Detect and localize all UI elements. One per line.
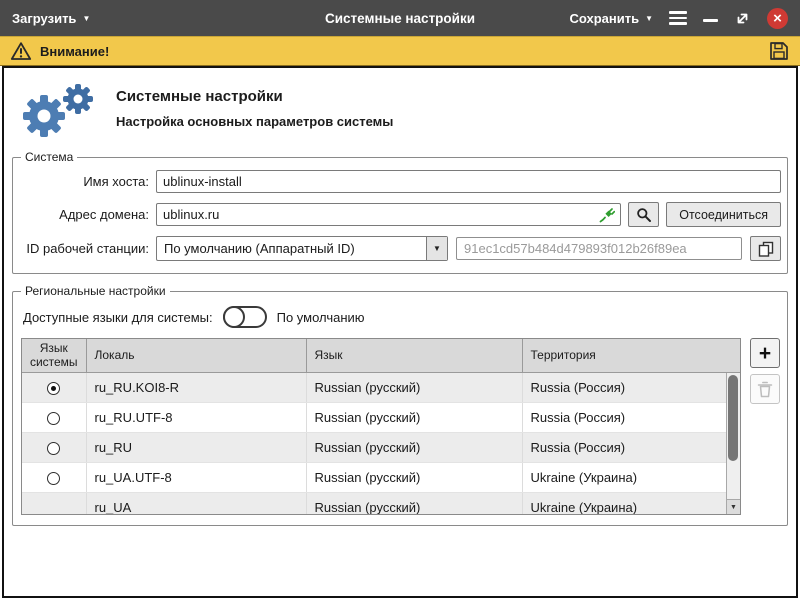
system-section: Система Имя хоста: Адрес домена: xyxy=(12,150,788,274)
load-menu-button[interactable]: Загрузить ▼ xyxy=(12,11,90,26)
warning-text: Внимание! xyxy=(40,44,109,59)
table-row[interactable]: ru_RU.KOI8-RRussian (русский)Russia (Рос… xyxy=(22,372,741,402)
table-row[interactable]: ru_UARussian (русский)Ukraine (Украина) xyxy=(22,492,741,515)
floppy-save-icon xyxy=(768,40,790,62)
main-panel: Системные настройки Настройка основных п… xyxy=(2,66,798,598)
hostname-label: Имя хоста: xyxy=(21,174,149,189)
minimize-button[interactable] xyxy=(703,19,718,22)
territory-cell: Ukraine (Украина) xyxy=(522,492,741,515)
arrow-down-icon: ▼ xyxy=(730,504,737,511)
column-header-system-language: Язык системы xyxy=(22,339,86,372)
system-language-cell xyxy=(22,372,86,402)
hostname-row: Имя хоста: xyxy=(21,170,781,193)
language-cell: Russian (русский) xyxy=(306,492,522,515)
locale-cell: ru_RU.UTF-8 xyxy=(86,402,306,432)
disconnect-button[interactable]: Отсоединиться xyxy=(666,202,781,227)
scrollbar-thumb[interactable] xyxy=(728,375,738,461)
system-language-cell xyxy=(22,492,86,515)
expand-icon xyxy=(734,10,751,27)
system-language-cell xyxy=(22,432,86,462)
table-row[interactable]: ru_RU.UTF-8Russian (русский)Russia (Росс… xyxy=(22,402,741,432)
domain-search-button[interactable] xyxy=(628,202,659,227)
language-cell: Russian (русский) xyxy=(306,432,522,462)
close-button[interactable]: × xyxy=(767,8,788,29)
page-subtitle: Настройка основных параметров системы xyxy=(116,114,393,129)
copy-icon xyxy=(758,241,774,257)
workstation-id-label: ID рабочей станции: xyxy=(21,241,149,256)
language-cell: Russian (русский) xyxy=(306,402,522,432)
chevron-down-icon: ▼ xyxy=(426,237,447,260)
system-language-radio[interactable] xyxy=(47,412,60,425)
page-header: Системные настройки Настройка основных п… xyxy=(4,68,796,146)
chevron-down-icon: ▼ xyxy=(82,15,90,23)
page-title: Системные настройки xyxy=(116,88,393,105)
system-language-radio[interactable] xyxy=(47,472,60,485)
workstation-id-select-value: По умолчанию (Аппаратный ID) xyxy=(157,237,426,260)
gears-icon xyxy=(14,80,102,142)
languages-toggle[interactable] xyxy=(223,306,267,328)
system-section-legend: Система xyxy=(21,150,77,164)
available-languages-label: Доступные языки для системы: xyxy=(23,310,213,325)
load-menu-label: Загрузить xyxy=(12,11,76,26)
copy-id-button[interactable] xyxy=(750,236,781,261)
save-menu-label: Сохранить xyxy=(569,11,639,26)
table-scrollbar[interactable]: ▼ xyxy=(726,373,740,514)
regional-section: Региональные настройки Доступные языки д… xyxy=(12,284,788,526)
save-menu-button[interactable]: Сохранить ▼ xyxy=(569,11,653,26)
system-settings-window: Загрузить ▼ Системные настройки Сохранит… xyxy=(0,0,800,600)
toggle-knob xyxy=(223,306,245,328)
locale-cell: ru_UA xyxy=(86,492,306,515)
system-language-cell xyxy=(22,462,86,492)
column-header-language: Язык xyxy=(306,339,522,372)
territory-cell: Russia (Россия) xyxy=(522,372,741,402)
menu-icon[interactable] xyxy=(669,11,687,25)
titlebar: Загрузить ▼ Системные настройки Сохранит… xyxy=(0,0,800,36)
language-cell: Russian (русский) xyxy=(306,372,522,402)
system-language-radio[interactable] xyxy=(47,442,60,455)
delete-locale-button[interactable] xyxy=(750,374,780,404)
column-header-territory: Территория xyxy=(522,339,741,372)
table-header-row: Язык системы Локаль Язык Территория xyxy=(22,339,741,372)
hostname-input[interactable] xyxy=(156,170,781,193)
connect-plug-icon xyxy=(599,207,615,223)
locale-table: Язык системы Локаль Язык Территория ru_R… xyxy=(21,338,741,515)
scroll-down-button[interactable]: ▼ xyxy=(727,499,740,514)
plus-icon: + xyxy=(759,343,771,364)
domain-row: Адрес домена: Отсоединиться xyxy=(21,202,781,227)
regional-section-legend: Региональные настройки xyxy=(21,284,170,298)
save-file-button[interactable] xyxy=(768,40,790,62)
locale-table-body: ru_RU.KOI8-RRussian (русский)Russia (Рос… xyxy=(22,372,741,515)
chevron-down-icon: ▼ xyxy=(645,15,653,23)
maximize-button[interactable] xyxy=(734,10,751,27)
default-label: По умолчанию xyxy=(277,310,365,325)
domain-label: Адрес домена: xyxy=(21,207,149,222)
domain-input[interactable] xyxy=(156,203,621,226)
column-header-locale: Локаль xyxy=(86,339,306,372)
add-locale-button[interactable]: + xyxy=(750,338,780,368)
warning-icon xyxy=(10,41,32,61)
territory-cell: Ukraine (Украина) xyxy=(522,462,741,492)
territory-cell: Russia (Россия) xyxy=(522,402,741,432)
table-row[interactable]: ru_RURussian (русский)Russia (Россия) xyxy=(22,432,741,462)
workstation-id-row: ID рабочей станции: По умолчанию (Аппара… xyxy=(21,236,781,261)
locale-cell: ru_RU xyxy=(86,432,306,462)
available-languages-row: Доступные языки для системы: По умолчани… xyxy=(23,306,781,328)
warning-bar: Внимание! xyxy=(0,36,800,66)
close-icon: × xyxy=(773,11,782,26)
language-cell: Russian (русский) xyxy=(306,462,522,492)
workstation-id-value: 91ec1cd57b484d479893f012b26f89ea xyxy=(456,237,742,260)
territory-cell: Russia (Россия) xyxy=(522,432,741,462)
system-language-radio[interactable] xyxy=(47,382,60,395)
trash-icon xyxy=(757,381,773,398)
table-row[interactable]: ru_UA.UTF-8Russian (русский)Ukraine (Укр… xyxy=(22,462,741,492)
locale-cell: ru_RU.KOI8-R xyxy=(86,372,306,402)
system-language-cell xyxy=(22,402,86,432)
workstation-id-select[interactable]: По умолчанию (Аппаратный ID) ▼ xyxy=(156,236,448,261)
search-icon xyxy=(636,207,652,223)
locale-cell: ru_UA.UTF-8 xyxy=(86,462,306,492)
